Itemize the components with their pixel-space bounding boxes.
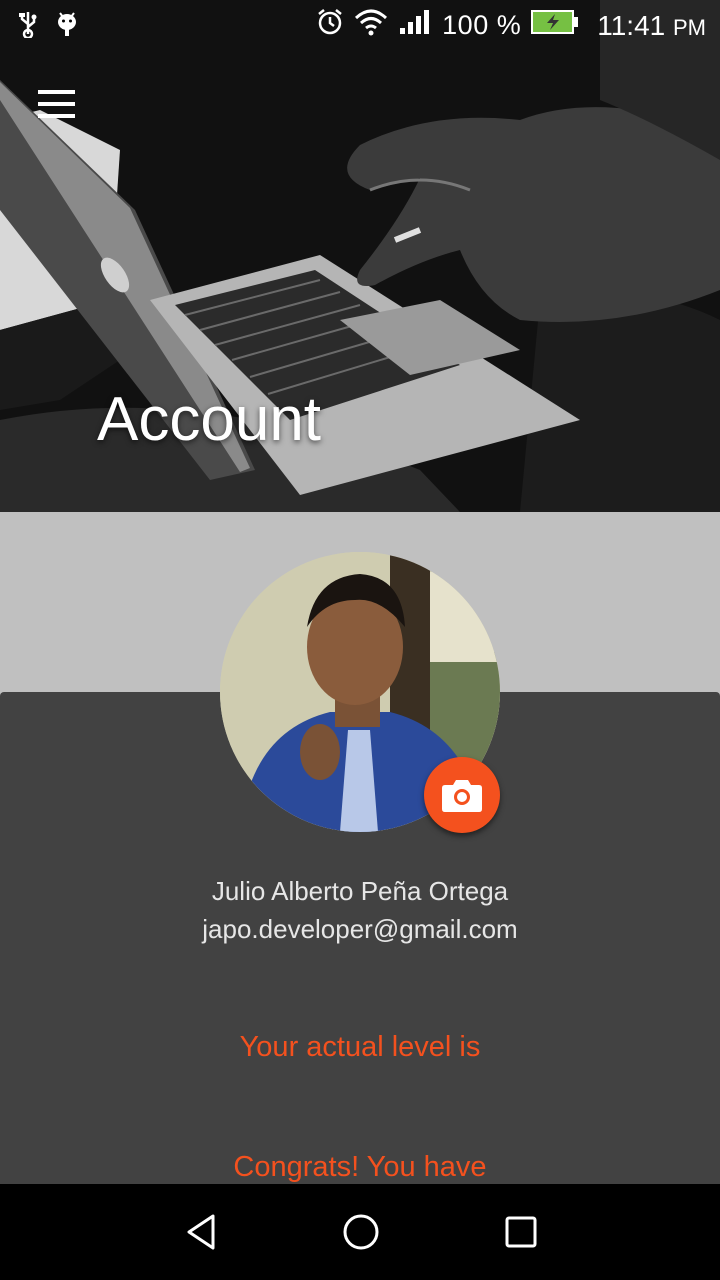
- user-name: Julio Alberto Peña Ortega: [211, 876, 509, 906]
- page-title: Account: [97, 385, 322, 454]
- back-triangle-icon: [187, 1214, 215, 1250]
- battery-percent: 100 %: [442, 10, 522, 40]
- congrats-text: Congrats! You have: [233, 1151, 487, 1183]
- home-button[interactable]: [321, 1202, 401, 1262]
- home-circle-icon: [343, 1214, 379, 1250]
- alarm-icon: [316, 8, 344, 43]
- camera-icon: [442, 780, 482, 812]
- recents-button[interactable]: [481, 1202, 561, 1262]
- signal-icon: [398, 8, 432, 43]
- recents-square-icon: [505, 1216, 537, 1248]
- level-text: Your actual level is: [239, 1031, 481, 1063]
- usb-icon: [18, 10, 38, 45]
- status-time: 11:41 PM: [597, 10, 706, 42]
- time-ampm: PM: [673, 14, 706, 40]
- battery-charging-icon: [531, 9, 579, 42]
- account-screen: 100 % 11:41 PM Account Julio Alberto Peñ…: [0, 0, 720, 1280]
- wifi-icon: [354, 8, 388, 43]
- menu-bar-bottom: [38, 114, 75, 118]
- navigation-bar: [0, 1184, 720, 1280]
- hamburger-menu-icon[interactable]: [28, 82, 84, 126]
- android-debug-icon: [56, 10, 78, 45]
- menu-bar-top: [38, 90, 75, 94]
- change-photo-button[interactable]: [424, 757, 500, 833]
- time-value: 11:41: [597, 9, 666, 41]
- user-email: japo.developer@gmail.com: [202, 914, 518, 944]
- status-bar: 100 % 11:41 PM: [0, 0, 720, 50]
- menu-bar-middle: [38, 102, 75, 106]
- back-button[interactable]: [161, 1202, 241, 1262]
